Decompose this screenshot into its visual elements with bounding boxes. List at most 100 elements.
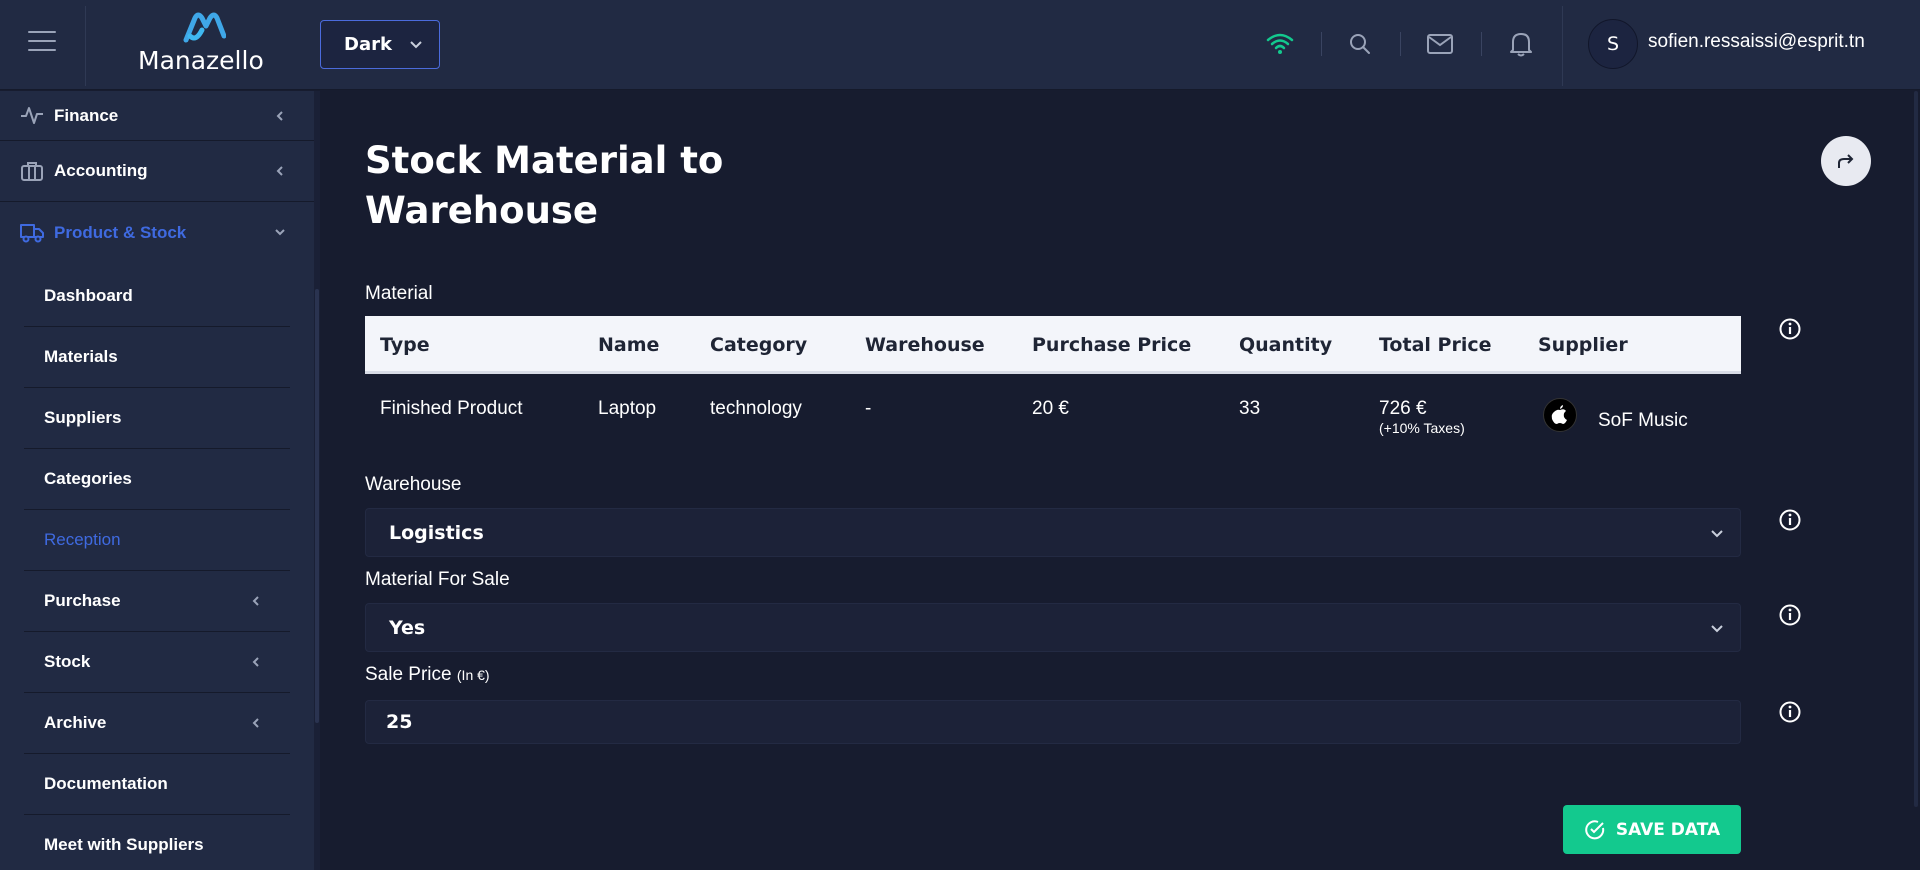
sidebar-subitem-stock[interactable]: Stock [24, 632, 290, 693]
material-for-sale-value: Yes [389, 617, 426, 639]
warehouse-select-value: Logistics [389, 522, 484, 544]
info-icon[interactable] [1778, 508, 1802, 532]
chevron-left-icon [276, 111, 283, 121]
table-header: Type Name Category Warehouse Purchase Pr… [365, 316, 1741, 374]
column-header: Total Price [1379, 334, 1492, 356]
sidebar-subitem-label: Dashboard [44, 286, 133, 305]
sidebar-subitem-label: Stock [44, 652, 91, 671]
search-icon[interactable] [1344, 28, 1376, 60]
chevron-down-icon [1711, 530, 1723, 538]
sidebar-subitem-suppliers[interactable]: Suppliers [24, 388, 290, 449]
logo-mark-icon [183, 12, 226, 43]
sale-price-label: Sale Price (In €) [365, 664, 490, 686]
divider [1321, 32, 1322, 56]
column-header: Name [598, 334, 660, 356]
divider [1400, 32, 1401, 56]
scrollbar-thumb[interactable] [315, 289, 319, 723]
cell-warehouse: - [865, 398, 872, 419]
cell-purchase-price: 20 € [1032, 398, 1069, 419]
sidebar-subitem-label: Meet with Suppliers [44, 835, 204, 854]
cell-name: Laptop [598, 398, 657, 419]
scrollbar-thumb[interactable] [1914, 91, 1918, 807]
sidebar-item-label: Product & Stock [54, 222, 187, 242]
supplier-logo [1543, 398, 1577, 432]
sidebar: Finance Accounting Product & Stock Dashb… [0, 91, 314, 870]
chevron-down-icon [275, 229, 285, 236]
save-data-button[interactable]: SAVE DATA [1563, 805, 1741, 854]
warehouse-select[interactable]: Logistics [365, 508, 1741, 557]
column-header: Type [380, 334, 430, 356]
wifi-icon[interactable] [1264, 28, 1296, 60]
theme-select[interactable]: Dark [320, 20, 440, 69]
column-header: Warehouse [865, 334, 985, 356]
sidebar-subitem-label: Archive [44, 713, 107, 732]
chevron-left-icon [252, 718, 259, 728]
info-icon[interactable] [1778, 317, 1802, 341]
sidebar-subitem-label: Documentation [44, 774, 168, 793]
cell-supplier[interactable]: SoF Music [1598, 410, 1688, 432]
sale-price-unit: (In €) [456, 667, 490, 683]
sidebar-subitem-label: Materials [44, 347, 118, 366]
user-email[interactable]: sofien.ressaissi@esprit.tn [1648, 31, 1865, 53]
sidebar-subitem-dashboard[interactable]: Dashboard [24, 266, 290, 327]
material-label: Material [365, 283, 433, 304]
bell-icon[interactable] [1505, 28, 1537, 60]
divider [1481, 32, 1482, 56]
top-bar: Manazello Dark S sofien.ressaissi@esprit… [0, 0, 1920, 90]
chevron-left-icon [252, 657, 259, 667]
mail-icon[interactable] [1424, 28, 1456, 60]
cell-total-price: 726 € [1379, 398, 1427, 419]
table-row: Finished Product Laptop technology - 20 … [365, 374, 1741, 462]
info-icon[interactable] [1778, 603, 1802, 627]
pulse-icon [21, 107, 43, 124]
material-for-sale-select[interactable]: Yes [365, 603, 1741, 652]
column-header: Category [710, 334, 808, 356]
cell-quantity: 33 [1239, 398, 1261, 419]
chevron-left-icon [252, 596, 259, 606]
cell-taxes-note: (+10% Taxes) [1379, 420, 1465, 436]
cell-category: technology [710, 398, 802, 419]
sidebar-item-finance[interactable]: Finance [0, 91, 314, 141]
check-circle-icon [1585, 819, 1605, 839]
chevron-down-icon [1711, 625, 1723, 633]
sidebar-subitem-meet-with-suppliers[interactable]: Meet with Suppliers [24, 815, 290, 870]
column-header: Purchase Price [1032, 334, 1192, 356]
sidebar-subitem-purchase[interactable]: Purchase [24, 571, 290, 632]
sidebar-scrollbar[interactable] [314, 91, 320, 870]
chevron-down-icon [410, 41, 422, 49]
share-arrow-icon [1838, 154, 1854, 168]
warehouse-label: Warehouse [365, 474, 462, 495]
divider [85, 6, 86, 86]
hamburger-menu-icon[interactable] [28, 31, 56, 55]
logo[interactable]: Manazello [138, 12, 268, 75]
material-table: Type Name Category Warehouse Purchase Pr… [365, 316, 1741, 374]
sidebar-item-accounting[interactable]: Accounting [0, 141, 314, 202]
sidebar-subitem-categories[interactable]: Categories [24, 449, 290, 510]
main-scrollbar[interactable] [1912, 91, 1920, 870]
sidebar-subitem-label: Reception [44, 530, 121, 549]
chevron-left-icon [276, 166, 283, 176]
briefcase-icon [21, 162, 43, 181]
sidebar-subitem-reception[interactable]: Reception [24, 510, 290, 571]
logo-text: Manazello [138, 46, 264, 75]
sidebar-item-label: Finance [54, 105, 119, 125]
column-header: Supplier [1538, 334, 1628, 356]
sidebar-subitem-documentation[interactable]: Documentation [24, 754, 290, 815]
info-icon[interactable] [1778, 700, 1802, 724]
theme-select-value: Dark [344, 34, 392, 55]
column-header: Quantity [1239, 334, 1333, 356]
sidebar-subitem-label: Purchase [44, 591, 121, 610]
sale-price-input[interactable] [365, 700, 1741, 744]
share-button[interactable] [1821, 136, 1871, 186]
sidebar-subitem-label: Categories [44, 469, 132, 488]
avatar[interactable]: S [1588, 19, 1638, 69]
divider [1562, 6, 1563, 86]
sidebar-subitem-archive[interactable]: Archive [24, 693, 290, 754]
sidebar-subitem-label: Suppliers [44, 408, 122, 427]
apple-icon [1551, 405, 1567, 424]
material-for-sale-label: Material For Sale [365, 569, 510, 590]
page-title: Stock Material to Warehouse [365, 139, 724, 232]
sidebar-subitem-materials[interactable]: Materials [24, 327, 290, 388]
cell-type: Finished Product [380, 398, 523, 419]
sidebar-item-product-stock[interactable]: Product & Stock [0, 202, 314, 263]
